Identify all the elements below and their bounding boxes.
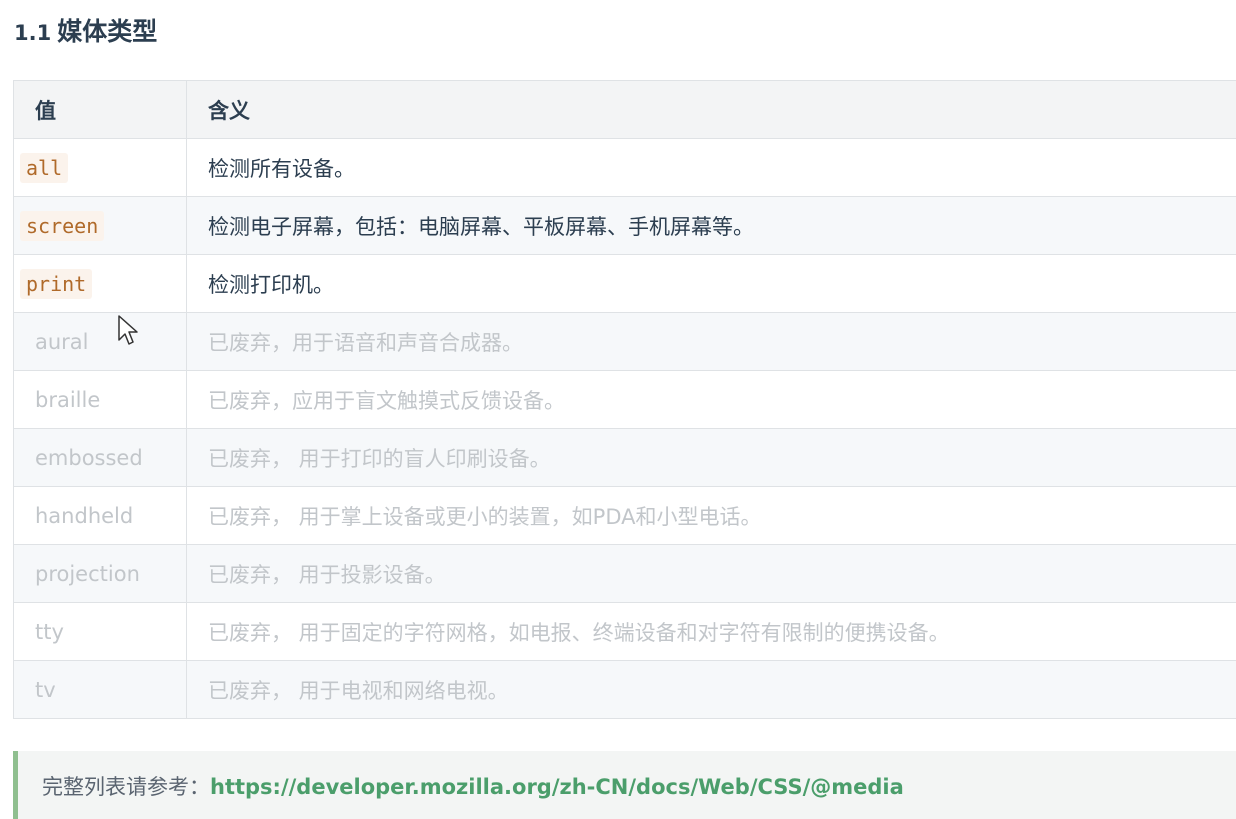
meaning-cell: 已废弃， 用于打印的盲人印刷设备。: [186, 428, 1236, 487]
meaning-cell: 已废弃， 用于固定的字符网格，如电报、终端设备和对字符有限制的便携设备。: [186, 602, 1236, 661]
meaning-cell: 已废弃， 用于掌上设备或更小的装置，如PDA和小型电话。: [186, 486, 1236, 545]
code-value: print: [20, 268, 93, 299]
page: 1.1 媒体类型 值 含义 all 检测所有设备。 screen 检测电子屏幕，包…: [0, 0, 1236, 819]
value-cell: tty: [13, 602, 187, 661]
value-cell: print: [13, 254, 187, 313]
media-types-table: 值 含义 all 检测所有设备。 screen 检测电子屏幕，包括：电脑屏幕、平…: [13, 80, 1236, 719]
value-cell: projection: [13, 544, 187, 603]
reference-tip: 完整列表请参考：https://developer.mozilla.org/zh…: [13, 751, 1236, 819]
table-row: print 检测打印机。: [13, 254, 1236, 313]
meaning-cell: 已废弃， 用于投影设备。: [186, 544, 1236, 603]
meaning-cell: 已废弃， 用于电视和网络电视。: [186, 660, 1236, 719]
meaning-cell: 检测所有设备。: [186, 138, 1236, 197]
mdn-media-link[interactable]: https://developer.mozilla.org/zh-CN/docs…: [210, 775, 904, 799]
table-row: all 检测所有设备。: [13, 138, 1236, 197]
mouse-pointer-icon: [118, 315, 138, 345]
meaning-cell: 已废弃，应用于盲文触摸式反馈设备。: [186, 370, 1236, 429]
value-cell: embossed: [13, 428, 187, 487]
table-row: tty 已废弃， 用于固定的字符网格，如电报、终端设备和对字符有限制的便携设备。: [13, 602, 1236, 661]
table-header-row: 值 含义: [13, 80, 1236, 139]
tip-label: 完整列表请参考：: [42, 775, 210, 799]
value-cell: handheld: [13, 486, 187, 545]
value-cell: aural: [13, 312, 187, 371]
table-row: braille 已废弃，应用于盲文触摸式反馈设备。: [13, 370, 1236, 429]
value-cell: braille: [13, 370, 187, 429]
code-value: all: [20, 152, 69, 183]
value-cell: tv: [13, 660, 187, 719]
table-row: projection 已废弃， 用于投影设备。: [13, 544, 1236, 603]
table-row: embossed 已废弃， 用于打印的盲人印刷设备。: [13, 428, 1236, 487]
meaning-cell: 已废弃，用于语音和声音合成器。: [186, 312, 1236, 371]
table-row: tv 已废弃， 用于电视和网络电视。: [13, 660, 1236, 719]
code-value: screen: [20, 210, 105, 241]
table-row: screen 检测电子屏幕，包括：电脑屏幕、平板屏幕、手机屏幕等。: [13, 196, 1236, 255]
table-row: aural 已废弃，用于语音和声音合成器。: [13, 312, 1236, 371]
value-cell: all: [13, 138, 187, 197]
section-title: 媒体类型: [57, 17, 158, 46]
column-header-meaning: 含义: [186, 80, 1236, 139]
table-row: handheld 已废弃， 用于掌上设备或更小的装置，如PDA和小型电话。: [13, 486, 1236, 545]
section-heading: 1.1 媒体类型: [14, 12, 157, 48]
column-header-value: 值: [13, 80, 187, 139]
value-cell: screen: [13, 196, 187, 255]
section-number: 1.1: [14, 21, 52, 45]
meaning-cell: 检测电子屏幕，包括：电脑屏幕、平板屏幕、手机屏幕等。: [186, 196, 1236, 255]
meaning-cell: 检测打印机。: [186, 254, 1236, 313]
